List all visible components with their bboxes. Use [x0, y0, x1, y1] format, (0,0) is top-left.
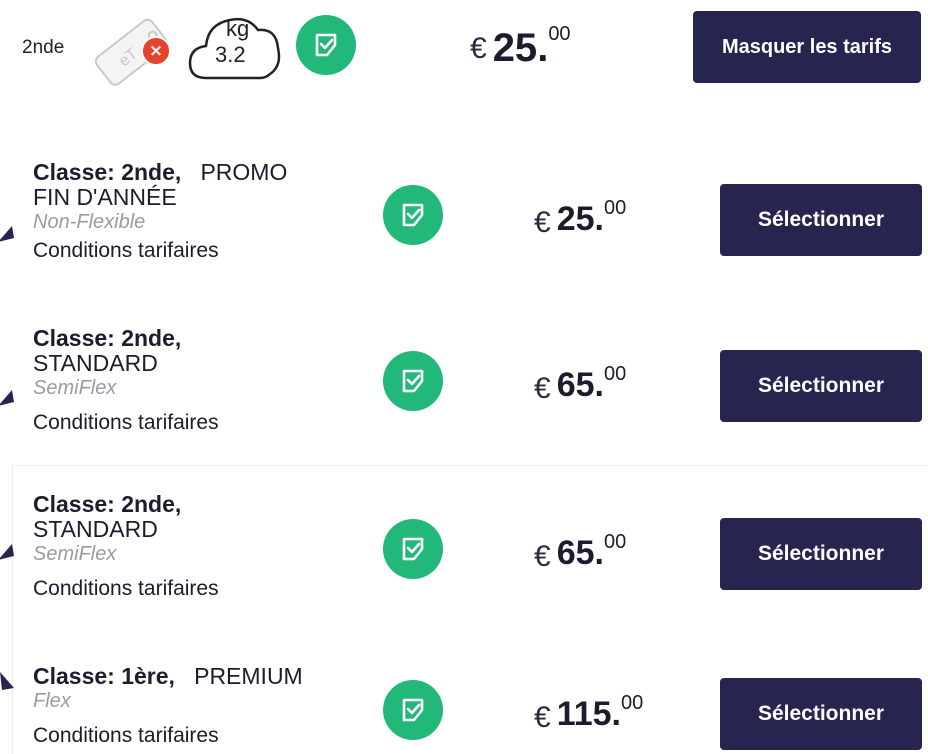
fare-check-icon: [383, 680, 443, 740]
hide-fares-button[interactable]: Masquer les tarifs: [693, 11, 921, 83]
price-integer: 65: [556, 366, 595, 404]
fare-name-line2: FIN D'ANNÉE: [33, 184, 177, 210]
fare-price: € 65 . 00: [534, 531, 627, 574]
currency-symbol: €: [534, 701, 551, 734]
price-integer: 65: [556, 534, 595, 572]
fare-details: Classe: 2nde, PROMO FIN D'ANNÉE Non-Flex…: [33, 160, 353, 264]
fare-price: € 25 . 00: [534, 197, 627, 240]
fare-details: Classe: 2nde, STANDARD SemiFlex Conditio…: [33, 492, 353, 602]
fare-title: Classe: 2nde, PROMO FIN D'ANNÉE: [33, 160, 353, 210]
fare-class-label: Classe: 2nde,: [33, 325, 182, 351]
fare-class-label: Classe: 2nde,: [33, 159, 182, 185]
price-decimal-point: .: [537, 26, 549, 70]
fare-class-label: Classe: 1ère,: [33, 663, 175, 689]
fare-row: Classe: 1ère, PREMIUM Flex Conditions ta…: [0, 648, 928, 754]
header-class-label: 2nde: [22, 37, 65, 58]
price-decimal-point: .: [594, 200, 604, 238]
fare-conditions-link[interactable]: Conditions tarifaires: [33, 576, 353, 602]
fare-title: Classe: 2nde, STANDARD: [33, 326, 353, 376]
price-integer: 25: [556, 200, 595, 238]
price-decimals: 00: [548, 23, 571, 45]
pointer-arrow-icon: [0, 222, 16, 249]
fare-conditions-link[interactable]: Conditions tarifaires: [33, 238, 353, 264]
pointer-arrow-icon: [0, 386, 16, 413]
currency-symbol: €: [534, 206, 551, 239]
fare-name: PROMO: [200, 159, 288, 185]
fare-title: Classe: 2nde, STANDARD: [33, 492, 353, 542]
price-decimal-point: .: [594, 534, 604, 572]
fare-flexibility: Flex: [33, 690, 71, 712]
fare-name: PREMIUM: [194, 663, 303, 689]
price-decimals: 00: [603, 531, 627, 553]
fare-check-icon: [296, 15, 356, 75]
fare-conditions-link[interactable]: Conditions tarifaires: [33, 410, 353, 436]
fare-row: Classe: 2nde, STANDARD SemiFlex Conditio…: [0, 484, 928, 614]
fare-title: Classe: 1ère, PREMIUM: [33, 664, 353, 689]
fare-row: Classe: 2nde, PROMO FIN D'ANNÉE Non-Flex…: [0, 150, 928, 280]
price-decimals: 00: [621, 692, 644, 714]
fare-name: STANDARD: [33, 516, 158, 542]
baggage-weight-unit: kg: [226, 16, 250, 41]
header-price: € 25 . 00: [470, 23, 571, 71]
price-decimal-point: .: [594, 366, 604, 404]
price-decimal-point: .: [611, 695, 621, 733]
fare-price: € 115 . 00: [534, 692, 644, 735]
select-fare-button[interactable]: Sélectionner: [720, 678, 922, 750]
fare-check-icon: [383, 185, 443, 245]
fare-details: Classe: 2nde, STANDARD SemiFlex Conditio…: [33, 326, 353, 436]
fare-list-divider: [12, 465, 928, 466]
fare-check-icon: [383, 519, 443, 579]
fare-flexibility: Non-Flexible: [33, 211, 146, 233]
currency-symbol: €: [470, 32, 487, 65]
select-fare-button[interactable]: Sélectionner: [720, 184, 922, 256]
select-fare-button[interactable]: Sélectionner: [720, 350, 922, 422]
baggage-weight-value: 3.2: [215, 42, 246, 67]
select-fare-button[interactable]: Sélectionner: [720, 518, 922, 590]
pointer-arrow-icon: [0, 540, 16, 567]
fare-check-icon: [383, 351, 443, 411]
price-decimals: 00: [603, 197, 627, 219]
fare-name: STANDARD: [33, 350, 158, 376]
price-integer: 25: [492, 26, 538, 70]
fare-row: Classe: 2nde, STANDARD SemiFlex Conditio…: [0, 316, 928, 446]
price-decimals: 00: [603, 363, 627, 385]
currency-symbol: €: [534, 540, 551, 573]
fare-details: Classe: 1ère, PREMIUM Flex Conditions ta…: [33, 664, 353, 749]
fare-class-label: Classe: 2nde,: [33, 491, 182, 517]
fare-flexibility: SemiFlex: [33, 377, 117, 399]
price-integer: 115: [556, 695, 612, 733]
fare-conditions-link[interactable]: Conditions tarifaires: [33, 723, 353, 749]
fare-flexibility: SemiFlex: [33, 543, 117, 565]
fare-price: € 65 . 00: [534, 363, 627, 406]
currency-symbol: €: [534, 372, 551, 405]
pointer-arrow-icon: [0, 670, 16, 697]
error-x-badge-icon: ×: [141, 36, 171, 66]
header-row: 2nde eT × kg 3.2 € 25 . 00 Masquer les t…: [0, 0, 928, 100]
